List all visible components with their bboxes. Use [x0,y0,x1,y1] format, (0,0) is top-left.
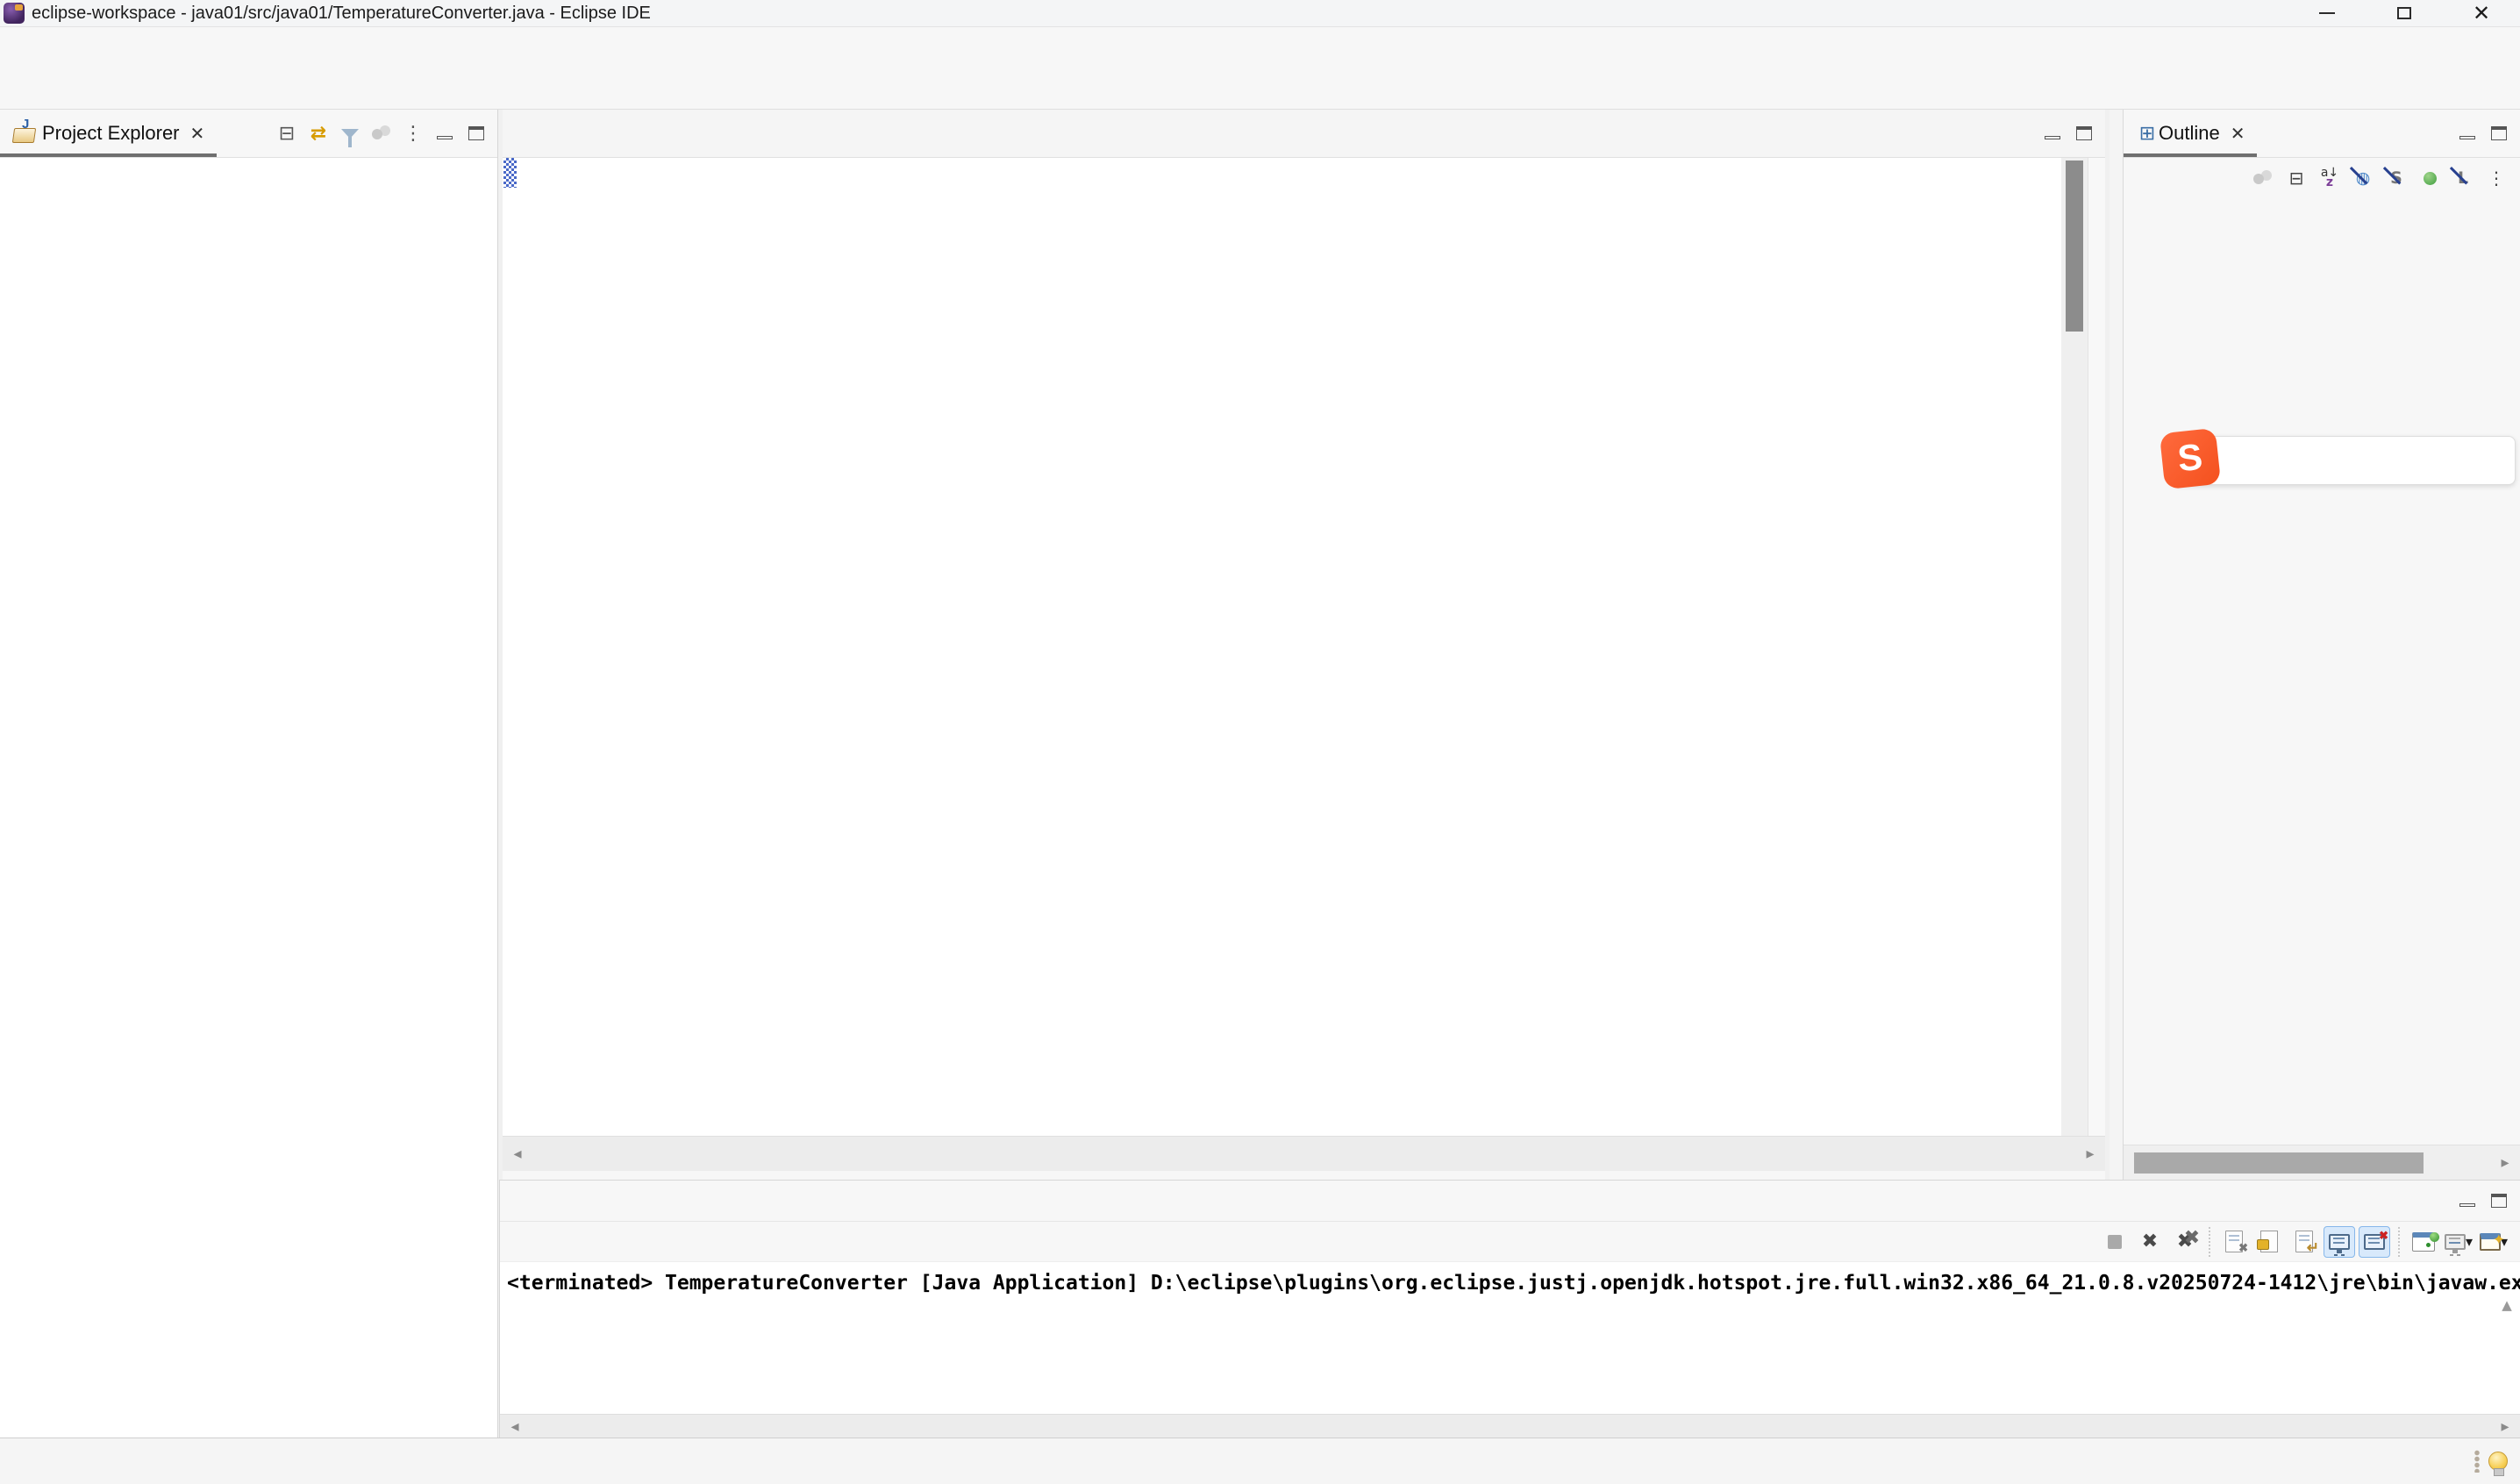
project-explorer-tab[interactable]: Project Explorer ✕ [0,110,217,157]
outline-toolbar: ⊟ a↓z ◍ S L ⋮ [2124,158,2520,198]
sogou-ime-toolbar: S [2172,436,2516,485]
scroll-left-icon[interactable]: ◂ [503,1137,532,1171]
menu-bar [0,27,2520,64]
close-window-button[interactable]: ✕ [2443,0,2520,26]
show-console-on-stdout-icon[interactable] [2324,1226,2355,1258]
status-bar [0,1438,2520,1484]
maximize-view-icon[interactable] [460,118,492,149]
sogou-logo[interactable]: S [2159,428,2221,489]
editor-horizontal-scrollbar[interactable]: ◂ ▸ [503,1136,2105,1171]
project-explorer-tab-label: Project Explorer [42,122,180,145]
close-icon[interactable]: ✕ [190,123,205,144]
minimize-view-icon[interactable] [2452,118,2483,149]
display-selected-console-icon[interactable]: ▾ [2443,1226,2474,1258]
hide-local-types-icon[interactable]: L [2446,161,2480,195]
sash-editor-outline[interactable] [2105,110,2110,1180]
console-process-title: <terminated> TemperatureConverter [Java … [507,1266,2520,1295]
overview-ruler [2088,158,2105,1136]
minimize-window-button[interactable] [2288,0,2366,26]
annotation-ruler[interactable] [503,158,518,1136]
remove-all-terminated-icon[interactable]: ✖ [2169,1226,2201,1258]
hide-non-public-icon[interactable] [2413,161,2446,195]
project-explorer-panel: Project Explorer ✕ ⊟ ⇄ ⋮ [0,110,498,1438]
open-console-icon[interactable]: ▾ [2478,1226,2509,1258]
maximize-view-icon[interactable] [2483,118,2515,149]
show-console-on-stderr-icon[interactable] [2359,1226,2390,1258]
console-output[interactable]: <terminated> TemperatureConverter [Java … [500,1262,2520,1414]
console-horizontal-scrollbar[interactable]: ◂ ▸ [500,1414,2520,1438]
collapse-all-icon[interactable]: ⊟ [2280,161,2313,195]
outline-tab-label: Outline [2159,122,2220,145]
status-drag-handle [2474,1450,2480,1473]
remove-launch-icon[interactable]: ✖ [2134,1226,2166,1258]
scroll-right-icon[interactable]: ▸ [2490,1145,2520,1180]
range-indicator [503,158,517,188]
main-toolbar [0,64,2520,110]
code-editor[interactable] [518,158,2061,1136]
outline-panel: ⊞ Outline ✕ ⊟ a↓z ◍ S L ⋮ S ◂ [2123,110,2520,1180]
maximize-view-icon[interactable] [2068,118,2100,149]
console-tab-bar [500,1181,2520,1222]
console-panel: ✖ ✖ ▾ ▾ <terminated> TemperatureConverte… [499,1180,2520,1438]
maximize-window-button[interactable] [2366,0,2443,26]
hide-fields-icon[interactable]: ◍ [2346,161,2380,195]
scroll-right-icon[interactable]: ▸ [2490,1415,2520,1438]
outline-tab[interactable]: ⊞ Outline ✕ [2124,110,2257,157]
minimize-view-icon[interactable] [2452,1185,2483,1216]
view-menu-icon[interactable]: ⋮ [397,118,429,149]
console-toolbar: ✖ ✖ ▾ ▾ [500,1222,2520,1262]
scrollbar-thumb[interactable] [2066,161,2083,332]
scroll-left-icon[interactable]: ◂ [500,1415,530,1438]
maximize-view-icon[interactable] [2483,1185,2515,1216]
console-vertical-scrollbar[interactable]: ▲ [2495,1297,2518,1313]
minimize-view-icon[interactable] [2037,118,2068,149]
project-explorer-tree [0,158,497,165]
editor-area: ◂ ▸ [503,110,2105,1180]
close-icon[interactable]: ✕ [2231,123,2245,144]
minimize-view-icon[interactable] [429,118,460,149]
eclipse-window: eclipse-workspace - java01/src/java01/Te… [0,0,2520,1484]
window-title: eclipse-workspace - java01/src/java01/Te… [32,4,651,24]
hide-static-members-icon[interactable]: S [2380,161,2413,195]
word-wrap-icon[interactable] [2288,1226,2320,1258]
title-bar: eclipse-workspace - java01/src/java01/Te… [0,0,2520,27]
focus-icon[interactable] [366,118,397,149]
filter-icon[interactable] [334,118,366,149]
outline-tree [2124,198,2520,205]
pin-console-icon[interactable] [2408,1226,2439,1258]
focus-icon[interactable] [2246,161,2280,195]
sort-icon[interactable]: a↓z [2313,161,2346,195]
outline-icon: ⊞ [2136,118,2159,149]
link-with-editor-icon[interactable]: ⇄ [303,118,334,149]
eclipse-app-icon [4,3,25,24]
collapse-all-icon[interactable]: ⊟ [271,118,303,149]
editor-tab-bar [503,110,2105,158]
notification-lightbulb-icon[interactable] [2488,1452,2508,1471]
project-explorer-icon [12,122,35,145]
scroll-lock-icon[interactable] [2253,1226,2285,1258]
outline-horizontal-scrollbar[interactable]: ◂ ▸ [2124,1145,2520,1180]
terminate-icon[interactable] [2099,1226,2131,1258]
editor-vertical-scrollbar[interactable] [2061,158,2088,1136]
view-menu-icon[interactable]: ⋮ [2480,161,2513,195]
scrollbar-thumb[interactable] [2134,1152,2424,1174]
scroll-right-icon[interactable]: ▸ [2075,1137,2105,1171]
clear-console-icon[interactable] [2218,1226,2250,1258]
